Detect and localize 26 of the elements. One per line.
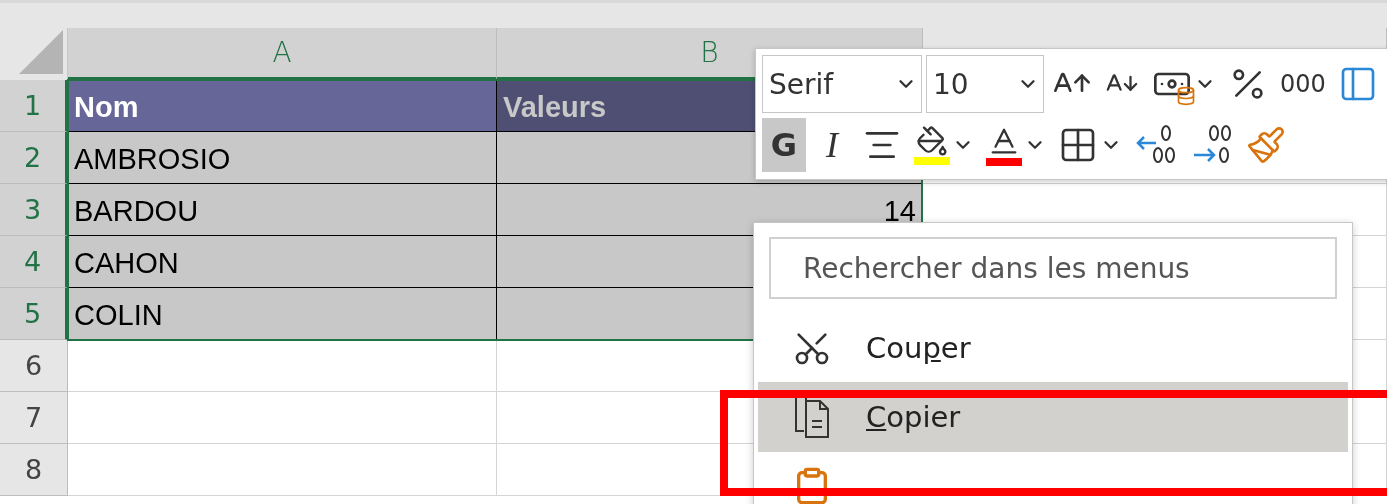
paintbrush-icon [1246, 125, 1286, 165]
font-dropdown[interactable]: Serif [762, 55, 922, 113]
italic-button[interactable]: I [810, 118, 854, 172]
menu-item[interactable]: Couper [758, 321, 1348, 375]
row-header[interactable]: 2 [0, 132, 68, 184]
cell-text: CAHON [74, 247, 179, 280]
copy-icon [792, 395, 832, 440]
row-header[interactable]: 8 [0, 444, 68, 496]
thousands-button[interactable]: 000 [1276, 57, 1330, 111]
cell-text: BARDOU [74, 195, 199, 228]
paint-bucket-icon [916, 125, 948, 157]
search-field[interactable]: Rechercher dans les menus [769, 237, 1337, 300]
row-header[interactable]: 7 [0, 392, 68, 444]
row-header[interactable]: 5 [0, 288, 68, 340]
column-title: Nom [74, 91, 139, 124]
font-size-dropdown[interactable]: 10 [926, 55, 1044, 113]
column-header[interactable]: A [68, 28, 497, 80]
bold-button[interactable]: G [762, 118, 806, 172]
row-header[interactable]: 6 [0, 340, 68, 392]
cell-text: 14 [883, 195, 916, 228]
row-header[interactable]: 4 [0, 236, 68, 288]
row-header[interactable]: 1 [0, 80, 68, 132]
column-title: Valeurs [503, 91, 607, 124]
cell-text: AMBROSIO [74, 143, 231, 176]
row-header[interactable]: 3 [0, 184, 68, 236]
cell-text: COLIN [74, 299, 163, 332]
